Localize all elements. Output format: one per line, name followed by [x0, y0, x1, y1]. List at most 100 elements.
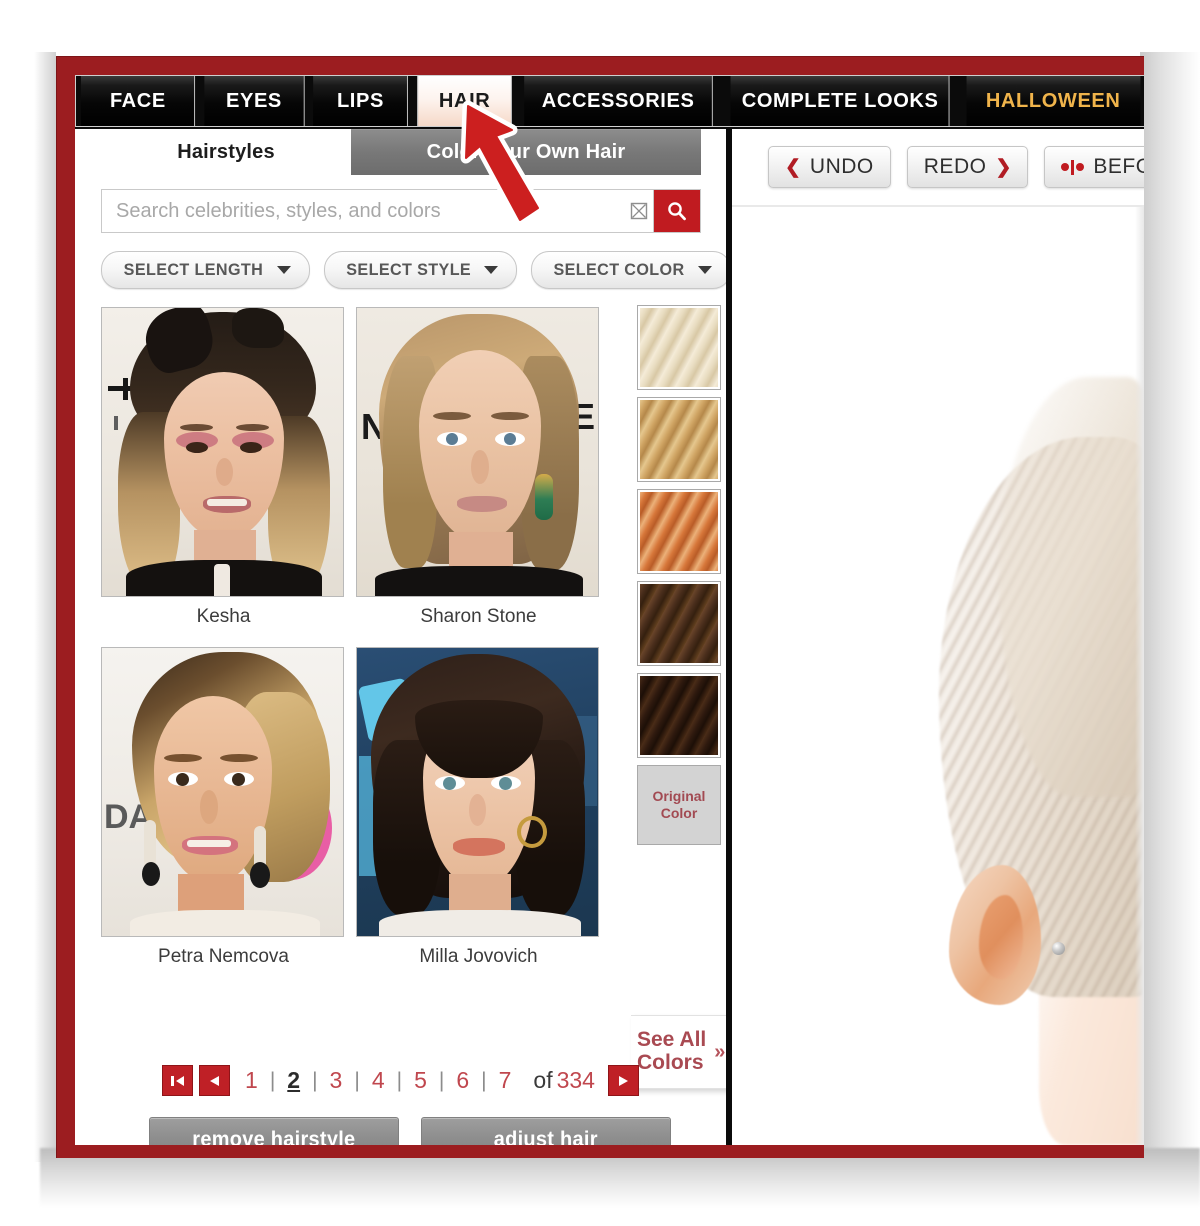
search-bar	[101, 189, 701, 233]
nav-tab-eyes[interactable]: EYES	[204, 76, 306, 126]
hairstyle-name: Sharon Stone	[420, 606, 537, 627]
hairstyle-card[interactable]: Milla Jovovich	[356, 647, 601, 968]
adjust-hair-label: adjust hair	[493, 1128, 599, 1145]
undo-button[interactable]: ❮ UNDO	[768, 146, 891, 188]
tab-color-your-own-hair[interactable]: Color Your Own Hair	[351, 129, 701, 175]
hairstyle-card[interactable]: N D E	[356, 307, 601, 628]
see-all-colors-line1: See All	[637, 1028, 707, 1052]
select-color-dropdown[interactable]: SELECT COLOR	[531, 251, 732, 289]
page-number-3[interactable]: 3	[318, 1067, 355, 1094]
nav-tab-lips-label: LIPS	[337, 89, 385, 112]
hairstyle-card[interactable]: Kesha	[101, 307, 346, 628]
nav-tab-accessories-label: ACCESSORIES	[541, 89, 695, 112]
page-root: FACE EYES LIPS HAIR ACCESSORIES COMPLETE…	[0, 0, 1200, 1226]
original-color-line1: Original	[652, 787, 706, 804]
preview-toolbar: ❮ UNDO REDO ❯ BEFORE	[732, 129, 1144, 205]
nav-tab-complete-looks-label: COMPLETE LOOKS	[741, 89, 938, 112]
remove-hairstyle-label: remove hairstyle	[192, 1128, 356, 1145]
model-hair-highlight	[999, 377, 1144, 797]
nav-tab-face[interactable]: FACE	[80, 76, 196, 126]
model-preview-image[interactable]	[732, 207, 1144, 1145]
content-area: Color Your Own Hair Hairstyles Search ce…	[75, 127, 1144, 1145]
search-button[interactable]	[653, 190, 700, 232]
select-length-label: SELECT LENGTH	[123, 260, 264, 279]
page-number-2[interactable]: 2	[275, 1067, 312, 1094]
page-number-1[interactable]: 1	[233, 1067, 270, 1094]
next-page-icon	[618, 1075, 628, 1086]
prev-page-icon	[210, 1075, 220, 1086]
page-number-5[interactable]: 5	[402, 1067, 439, 1094]
color-swatch-medium-brown[interactable]	[637, 581, 721, 666]
nav-tab-hair-label: HAIR	[438, 89, 491, 112]
redo-label: REDO	[923, 155, 987, 178]
color-swatch-light-blonde[interactable]	[637, 305, 721, 390]
pagination-total-pages: 334	[556, 1067, 595, 1093]
preview-right-edge-shadow	[1135, 207, 1144, 1145]
hairstyle-name: Milla Jovovich	[419, 946, 538, 967]
tab-color-your-own-hair-label: Color Your Own Hair	[426, 141, 626, 163]
nav-tab-complete-looks[interactable]: COMPLETE LOOKS	[730, 76, 950, 126]
select-color-label: SELECT COLOR	[553, 260, 685, 279]
chevron-left-icon: ❮	[785, 156, 801, 178]
page-number-4[interactable]: 4	[360, 1067, 397, 1094]
hairstyle-thumbnail[interactable]: N D E	[356, 307, 599, 597]
hairstyle-thumbnail[interactable]	[101, 307, 344, 597]
magnifier-icon	[668, 202, 686, 221]
color-swatch-dark-brown[interactable]	[637, 673, 721, 758]
select-style-label: SELECT STYLE	[346, 260, 471, 279]
first-page-button[interactable]	[162, 1065, 194, 1096]
page-number-6[interactable]: 6	[444, 1067, 481, 1094]
page-number-7[interactable]: 7	[487, 1067, 524, 1094]
window-left-shadow	[34, 52, 56, 1162]
nav-tab-accessories[interactable]: ACCESSORIES	[524, 76, 713, 126]
window-right-shadow	[1140, 52, 1200, 1162]
hair-color-swatches: Original Color	[637, 305, 725, 852]
hairstyle-thumbnail[interactable]: DA	[101, 647, 344, 937]
remove-hairstyle-button[interactable]: remove hairstyle	[149, 1117, 399, 1145]
model-earring	[1052, 942, 1065, 955]
subtab-underline	[75, 175, 726, 177]
panel-subtabs: Color Your Own Hair Hairstyles	[75, 129, 726, 179]
hairstyle-name: Petra Nemcova	[158, 946, 289, 967]
redo-button[interactable]: REDO ❯	[906, 146, 1029, 188]
select-length-dropdown[interactable]: SELECT LENGTH	[101, 251, 310, 289]
nav-tab-eyes-label: EYES	[226, 89, 283, 112]
nav-tab-lips[interactable]: LIPS	[313, 76, 409, 126]
before-after-slider-icon	[1061, 159, 1085, 175]
chevron-right-icon: ❯	[995, 156, 1012, 178]
undo-label: UNDO	[809, 155, 874, 178]
next-page-button[interactable]	[607, 1065, 639, 1096]
hairstyle-card[interactable]: DA Petra Nemcova	[101, 647, 346, 968]
pagination: 1 | 2 | 3 | 4 | 5 | 6 | 7 of 334	[75, 1065, 726, 1096]
clear-x-icon[interactable]	[625, 190, 653, 232]
tab-hairstyles[interactable]: Hairstyles	[101, 129, 351, 175]
filter-bar: SELECT LENGTH SELECT STYLE SELECT COLOR	[101, 251, 732, 289]
hairstyle-name: Kesha	[196, 606, 251, 627]
chevron-down-icon	[276, 266, 291, 274]
select-style-dropdown[interactable]: SELECT STYLE	[323, 251, 518, 289]
nav-tab-face-label: FACE	[109, 89, 166, 112]
color-swatch-original-color[interactable]: Original Color	[637, 765, 721, 845]
chevron-down-icon	[698, 266, 713, 274]
search-input[interactable]	[102, 190, 625, 232]
hairstyles-panel: Color Your Own Hair Hairstyles Search ce…	[75, 129, 743, 1145]
before-label: BEFORE	[1093, 155, 1144, 178]
main-navigation: FACE EYES LIPS HAIR ACCESSORIES COMPLETE…	[75, 75, 1144, 127]
first-page-icon	[170, 1075, 184, 1086]
double-chevron-right-icon: »	[714, 1040, 726, 1063]
color-swatch-copper-auburn[interactable]	[637, 489, 721, 574]
original-color-line2: Color	[660, 805, 698, 821]
pagination-of-label: of	[533, 1067, 553, 1093]
tab-hairstyles-label: Hairstyles	[177, 140, 275, 163]
preview-panel: ❮ UNDO REDO ❯ BEFORE	[732, 129, 1144, 1145]
adjust-hair-button[interactable]: adjust hair	[421, 1117, 671, 1145]
hairstyle-thumbnail[interactable]	[356, 647, 599, 937]
nav-tab-halloween-label: HALLOWEEN	[986, 89, 1121, 112]
prev-page-button[interactable]	[199, 1065, 231, 1096]
chevron-down-icon	[484, 266, 499, 274]
before-button[interactable]: BEFORE	[1044, 146, 1144, 188]
nav-tab-halloween[interactable]: HALLOWEEN	[966, 76, 1141, 126]
color-swatch-golden-blonde[interactable]	[637, 397, 721, 482]
app-window: FACE EYES LIPS HAIR ACCESSORIES COMPLETE…	[56, 56, 1144, 1158]
nav-tab-hair[interactable]: HAIR	[416, 76, 512, 126]
